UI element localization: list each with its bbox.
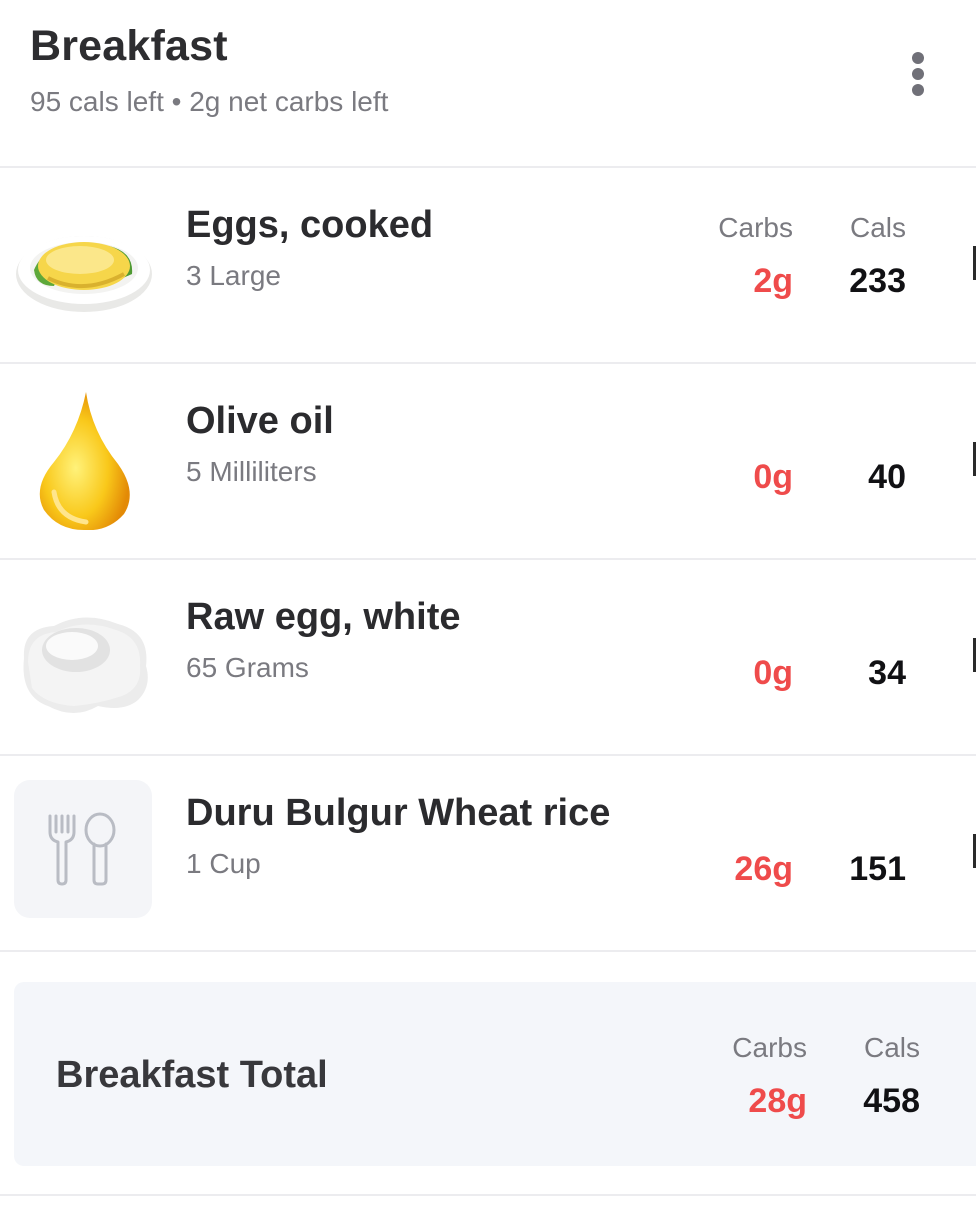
total-cals-value: 458 bbox=[863, 1082, 920, 1120]
food-carbs-value: 2g bbox=[753, 262, 793, 300]
meal-total-card: Breakfast Total Carbs Cals 28g 458 bbox=[14, 982, 976, 1166]
food-cals-value: 40 bbox=[868, 458, 906, 496]
meal-remaining-summary: 95 cals left • 2g net carbs left bbox=[30, 86, 389, 117]
food-cals-value: 233 bbox=[849, 262, 906, 300]
bottom-divider bbox=[0, 1194, 976, 1196]
meal-header: Breakfast 95 cals left • 2g net carbs le… bbox=[0, 0, 976, 168]
food-row-eggs-cooked[interactable]: Eggs, cooked 3 Large Carbs Cals 2g 233 bbox=[0, 168, 976, 364]
food-carbs-value: 0g bbox=[753, 654, 793, 692]
food-quantity: 65 Grams bbox=[186, 652, 309, 683]
cals-column-header: Cals bbox=[849, 212, 906, 243]
food-name: Olive oil bbox=[186, 400, 334, 442]
carbs-column-header: Carbs bbox=[718, 212, 793, 243]
food-cals-value: 151 bbox=[849, 850, 906, 888]
total-carbs-header: Carbs bbox=[732, 1032, 807, 1063]
food-row-olive-oil[interactable]: Olive oil 5 Milliliters 0g 40 bbox=[0, 364, 976, 560]
total-cals-header: Cals bbox=[863, 1032, 920, 1063]
total-carbs-value: 28g bbox=[748, 1082, 807, 1120]
fork-spoon-icon bbox=[14, 780, 152, 918]
more-vertical-icon-dot bbox=[912, 84, 924, 96]
food-quantity: 5 Milliliters bbox=[186, 456, 317, 487]
food-cals-value: 34 bbox=[868, 654, 906, 692]
food-name: Duru Bulgur Wheat rice bbox=[186, 792, 611, 834]
food-carbs-value: 0g bbox=[753, 458, 793, 496]
food-row-duru-bulgur[interactable]: Duru Bulgur Wheat rice 1 Cup 26g 151 bbox=[0, 756, 976, 952]
meal-title: Breakfast bbox=[30, 22, 228, 70]
more-vertical-icon-dot bbox=[912, 68, 924, 80]
food-quantity: 1 Cup bbox=[186, 848, 261, 879]
more-vertical-icon bbox=[912, 52, 924, 64]
oil-drop-icon bbox=[14, 392, 154, 531]
meal-log-page: Breakfast 95 cals left • 2g net carbs le… bbox=[0, 0, 976, 1207]
food-name: Eggs, cooked bbox=[186, 204, 434, 246]
egg-white-icon bbox=[14, 588, 154, 726]
food-row-raw-egg-white[interactable]: Raw egg, white 65 Grams 0g 34 bbox=[0, 560, 976, 756]
food-carbs-value: 26g bbox=[734, 850, 793, 888]
more-options-button[interactable] bbox=[896, 46, 940, 102]
food-name: Raw egg, white bbox=[186, 596, 461, 638]
fried-egg-icon bbox=[14, 196, 154, 334]
meal-total-label: Breakfast Total bbox=[56, 1054, 328, 1096]
food-quantity: 3 Large bbox=[186, 260, 281, 291]
